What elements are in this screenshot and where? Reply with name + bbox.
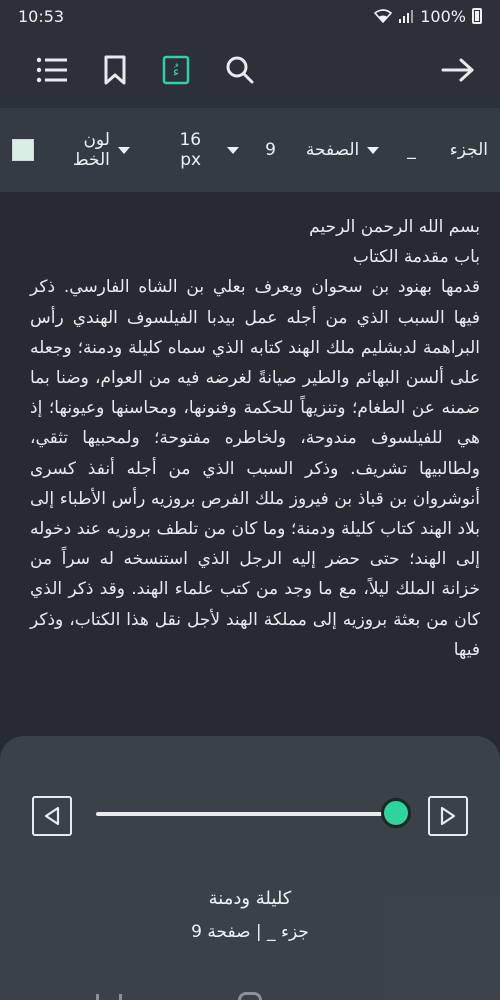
forward-button[interactable] (436, 48, 480, 92)
recent-apps-icon[interactable] (96, 994, 122, 1000)
tashkeel-button[interactable]: ءُ (154, 48, 198, 92)
bookmark-button[interactable] (93, 48, 137, 92)
previous-page-button[interactable] (32, 796, 72, 836)
bookmark-icon (104, 55, 126, 85)
search-button[interactable] (218, 48, 262, 92)
menu-button[interactable] (30, 48, 74, 92)
battery-icon (472, 8, 482, 24)
settings-bar: الجزء _ الصفحة 9 16 px لون الخط (0, 108, 500, 192)
tashkeel-icon: ءُ (162, 55, 190, 85)
page-value: 9 (265, 140, 276, 160)
book-content: بسم الله الرحمن الرحيم باب مقدمة الكتاب … (30, 212, 480, 665)
font-size-value: 16 px (179, 130, 202, 170)
content-line: بسم الله الرحمن الرحيم (309, 217, 480, 237)
content-paragraph: قدمها بهنود بن سحوان ويعرف بعلي بن الشاه… (30, 277, 480, 660)
page-label: الصفحة (305, 140, 360, 160)
system-nav-bar (0, 980, 500, 1000)
triangle-left-icon (44, 806, 60, 826)
page-selector[interactable]: الصفحة 9 (265, 140, 380, 160)
list-icon (36, 57, 67, 83)
signal-icon (399, 10, 414, 23)
page-dropdown-icon (367, 146, 380, 154)
status-time: 10:53 (18, 6, 65, 26)
font-size-dropdown-icon (227, 146, 240, 154)
svg-text:ءُ: ءُ (173, 64, 180, 80)
status-bar: 10:53 100% (0, 0, 500, 32)
book-location: جزء _ | صفحة 9 (191, 922, 309, 942)
page-slider-track[interactable] (96, 812, 402, 816)
font-size-selector[interactable]: 16 px (154, 130, 240, 170)
part-label: الجزء (449, 140, 488, 160)
font-color-dropdown-icon (117, 146, 130, 154)
book-title: كليلة ودمنة (208, 888, 292, 909)
search-icon (226, 56, 254, 84)
part-selector[interactable]: الجزء _ (407, 140, 488, 160)
content-line: باب مقدمة الكتاب (352, 247, 480, 268)
font-color-swatch (12, 139, 34, 161)
battery-percent: 100% (420, 6, 466, 26)
arrow-right-icon (441, 58, 474, 82)
font-color-label: لون الخط (72, 130, 110, 170)
part-value: _ (407, 140, 416, 160)
page-slider-thumb[interactable] (380, 798, 411, 828)
wifi-icon (374, 9, 393, 23)
next-page-button[interactable] (428, 796, 468, 836)
app-bar: ءُ (0, 32, 500, 108)
reader-panel: كليلة ودمنة جزء _ | صفحة 9 (0, 736, 500, 1000)
font-color-selector[interactable]: لون الخط (12, 130, 130, 170)
status-icons: 100% (374, 7, 482, 26)
triangle-right-icon (440, 806, 456, 826)
home-icon[interactable] (238, 992, 262, 1000)
